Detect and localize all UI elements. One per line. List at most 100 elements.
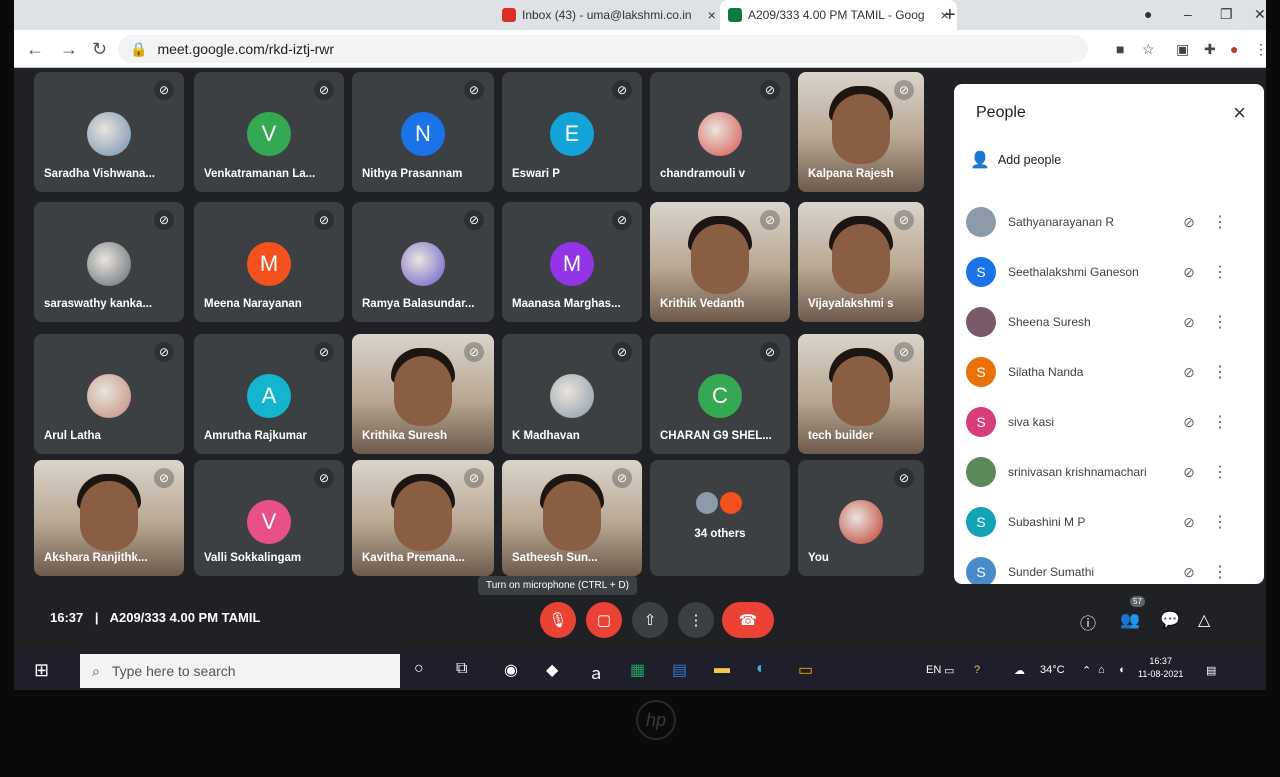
clock[interactable]: 16:37 11-08-2021 bbox=[1138, 655, 1183, 681]
present-icon: ⇧ bbox=[643, 612, 657, 629]
participant-tile[interactable]: E ⊘ Eswari P bbox=[502, 72, 642, 192]
people-list-item[interactable]: S Sunder Sumathi ⊘ ⋮ bbox=[966, 552, 1256, 584]
participant-tile[interactable]: N ⊘ Nithya Prasannam bbox=[352, 72, 494, 192]
participant-tile[interactable]: A ⊘ Amrutha Rajkumar bbox=[194, 334, 344, 454]
mic-muted-icon[interactable]: ⊘ bbox=[1174, 214, 1204, 231]
people-list-item[interactable]: S Subashini M P ⊘ ⋮ bbox=[966, 502, 1256, 542]
participant-name: tech builder bbox=[808, 430, 874, 442]
participant-tile[interactable]: ⊘ You bbox=[798, 460, 924, 576]
windows-start-icon[interactable]: ⊞ bbox=[34, 660, 49, 681]
camera-icon[interactable]: ■ bbox=[1116, 41, 1124, 57]
participant-tile[interactable]: ⊘ Krithik Vedanth bbox=[650, 202, 790, 322]
participant-tile[interactable]: 34 others bbox=[650, 460, 790, 576]
dropbox-icon[interactable]: ◆ bbox=[546, 660, 558, 680]
amazon-icon[interactable]: ａ bbox=[588, 660, 604, 684]
cortana-icon[interactable]: ○ bbox=[414, 660, 424, 678]
participant-tile[interactable]: ⊘ Ramya Balasundar... bbox=[352, 202, 494, 322]
present-button[interactable]: ⇧ bbox=[632, 602, 668, 638]
people-list-item[interactable]: Sheena Suresh ⊘ ⋮ bbox=[966, 302, 1256, 342]
participant-tile[interactable]: ⊘ Satheesh Sun... bbox=[502, 460, 642, 576]
tab-meet[interactable]: A209/333 4.00 PM TAMIL - Goog × bbox=[720, 0, 957, 30]
info-icon[interactable]: ⓘ bbox=[1080, 610, 1096, 634]
language-indicator[interactable]: EN bbox=[926, 664, 941, 676]
participant-tile[interactable]: ⊘ Akshara Ranjithk... bbox=[34, 460, 184, 576]
puzzle-icon[interactable]: ✚ bbox=[1204, 41, 1216, 58]
notifications-icon[interactable]: ▤ bbox=[1206, 664, 1216, 677]
mic-muted-icon[interactable]: ⊘ bbox=[1174, 314, 1204, 331]
volume-icon[interactable]: ◖ bbox=[1118, 664, 1125, 676]
taskbar-search-input[interactable]: ⌕ Type here to search bbox=[80, 654, 400, 688]
more-options-button[interactable]: ⋮ bbox=[678, 602, 714, 638]
restore-icon[interactable]: ❐ bbox=[1220, 6, 1233, 23]
participant-tile[interactable]: V ⊘ Valli Sokkalingam bbox=[194, 460, 344, 576]
participant-tile[interactable]: C ⊘ CHARAN G9 SHEL... bbox=[650, 334, 790, 454]
store-icon[interactable]: ▭ bbox=[798, 660, 813, 680]
people-list-item[interactable]: Ssiva kasi ⊘ ⋮ bbox=[966, 402, 1256, 442]
people-icon[interactable]: 👥 bbox=[1120, 610, 1140, 630]
excel-icon[interactable]: ▦ bbox=[630, 660, 645, 680]
people-list-item[interactable]: S Seethalakshmi Ganeson ⊘ ⋮ bbox=[966, 252, 1256, 292]
participant-tile[interactable]: ⊘ Kavitha Premana... bbox=[352, 460, 494, 576]
participant-tile[interactable]: ⊘ K Madhavan bbox=[502, 334, 642, 454]
mic-muted-icon[interactable]: ⊘ bbox=[1174, 264, 1204, 281]
tab-close-icon[interactable]: × bbox=[708, 7, 716, 23]
chrome-icon[interactable]: ◉ bbox=[504, 660, 518, 680]
task-view-icon[interactable]: ⧉ bbox=[456, 660, 467, 678]
mic-muted-icon[interactable]: ⊘ bbox=[1174, 564, 1204, 581]
people-list-item[interactable]: S Silatha Nanda ⊘ ⋮ bbox=[966, 352, 1256, 392]
participant-tile[interactable]: M ⊘ Meena Narayanan bbox=[194, 202, 344, 322]
participant-tile[interactable]: M ⊘ Maanasa Marghas... bbox=[502, 202, 642, 322]
participant-tile[interactable]: ⊘ Saradha Vishwana... bbox=[34, 72, 184, 192]
leave-call-button[interactable]: ☎ bbox=[722, 602, 774, 638]
participant-tile[interactable]: ⊘ Arul Latha bbox=[34, 334, 184, 454]
people-list-item[interactable]: srinivasan krishnamachari ⊘ ⋮ bbox=[966, 452, 1256, 492]
avatar[interactable]: ● bbox=[1230, 41, 1238, 57]
reload-icon[interactable]: ↻ bbox=[92, 39, 107, 60]
more-options-icon[interactable]: ⋮ bbox=[1212, 362, 1228, 382]
participant-tile[interactable]: ⊘ Kalpana Rajesh bbox=[798, 72, 924, 192]
new-tab-button[interactable]: + bbox=[944, 4, 956, 27]
network-icon[interactable]: ⌂ bbox=[1098, 664, 1105, 676]
more-options-icon[interactable]: ⋮ bbox=[1212, 562, 1228, 582]
mic-muted-icon[interactable]: ⊘ bbox=[1174, 464, 1204, 481]
weather-icon[interactable]: ☁ bbox=[1014, 664, 1025, 677]
people-list-item[interactable]: Sathyanarayanan R ⊘ ⋮ bbox=[966, 202, 1256, 242]
close-window-icon[interactable]: ✕ bbox=[1254, 6, 1266, 23]
word-icon[interactable]: ▤ bbox=[672, 660, 687, 680]
forward-icon[interactable]: → bbox=[60, 39, 78, 60]
mic-muted-icon[interactable]: ⊘ bbox=[1174, 414, 1204, 431]
tab-inbox[interactable]: Inbox (43) - uma@lakshmi.co.in × bbox=[494, 0, 724, 30]
participant-tile[interactable]: ⊘ Krithika Suresh bbox=[352, 334, 494, 454]
back-icon[interactable]: ← bbox=[26, 39, 44, 60]
mic-muted-icon[interactable]: ⊘ bbox=[1174, 364, 1204, 381]
extension-icon[interactable]: ▣ bbox=[1176, 41, 1189, 58]
more-options-icon[interactable]: ⋮ bbox=[1212, 512, 1228, 532]
chevron-up-icon[interactable]: ⌃ bbox=[1082, 664, 1091, 677]
participant-tile[interactable]: ⊘ Vijayalakshmi s bbox=[798, 202, 924, 322]
url-input[interactable]: 🔒 meet.google.com/rkd-iztj-rwr bbox=[118, 35, 1088, 63]
participant-tile[interactable]: ⊘ chandramouli v bbox=[650, 72, 790, 192]
participant-tile[interactable]: ⊘ saraswathy kanka... bbox=[34, 202, 184, 322]
add-people-button[interactable]: 👤 Add people bbox=[970, 150, 1061, 170]
keyboard-icon[interactable]: ▭ bbox=[944, 664, 954, 677]
participant-tile[interactable]: ⊘ tech builder bbox=[798, 334, 924, 454]
mic-muted-icon[interactable]: ⊘ bbox=[1174, 514, 1204, 531]
menu-icon[interactable]: ⋮ bbox=[1254, 41, 1266, 58]
profile-dot-icon[interactable]: ● bbox=[1144, 6, 1152, 22]
file-explorer-icon[interactable]: ▬ bbox=[714, 660, 730, 678]
minimize-icon[interactable]: – bbox=[1184, 6, 1192, 22]
more-options-icon[interactable]: ⋮ bbox=[1212, 212, 1228, 232]
camera-toggle-button[interactable]: ▢ bbox=[586, 602, 622, 638]
participant-tile[interactable]: V ⊘ Venkatramanan La... bbox=[194, 72, 344, 192]
more-options-icon[interactable]: ⋮ bbox=[1212, 262, 1228, 282]
activities-icon[interactable]: △ bbox=[1198, 610, 1210, 630]
edge-icon[interactable]: ◐ bbox=[756, 660, 766, 678]
microphone-toggle-button[interactable]: 🎙 bbox=[540, 602, 576, 638]
star-icon[interactable]: ☆ bbox=[1142, 41, 1155, 58]
more-options-icon[interactable]: ⋮ bbox=[1212, 462, 1228, 482]
help-icon[interactable]: ? bbox=[974, 664, 980, 676]
more-options-icon[interactable]: ⋮ bbox=[1212, 412, 1228, 432]
close-panel-button[interactable]: × bbox=[1233, 100, 1246, 126]
more-options-icon[interactable]: ⋮ bbox=[1212, 312, 1228, 332]
chat-icon[interactable]: 💬 bbox=[1160, 610, 1180, 630]
